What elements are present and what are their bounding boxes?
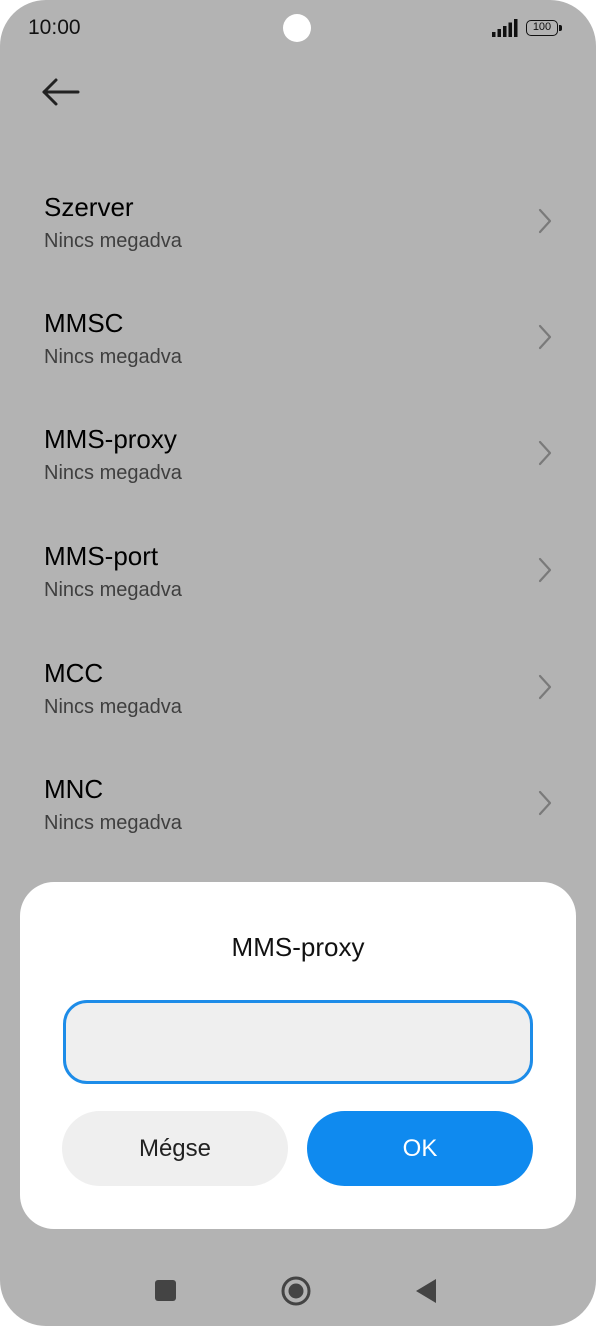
list-item-subtitle: Nincs megadva [44, 579, 182, 601]
phone-screen: 10:00 100 Szerver Nincs megadva MMSC Nin… [0, 0, 596, 1326]
list-item-mms-proxy[interactable]: MMS-proxy Nincs megadva [0, 424, 596, 524]
cancel-button[interactable]: Mégse [62, 1111, 288, 1186]
list-item-szerver[interactable]: Szerver Nincs megadva [0, 192, 596, 292]
camera-cutout [283, 14, 311, 42]
battery-tip [559, 25, 562, 31]
list-item-title: MMSC [44, 308, 124, 338]
chevron-right-icon [538, 324, 552, 350]
list-item-subtitle: Nincs megadva [44, 230, 182, 252]
list-item-subtitle: Nincs megadva [44, 346, 182, 368]
ok-button[interactable]: OK [307, 1111, 533, 1186]
list-item-subtitle: Nincs megadva [44, 812, 182, 834]
list-item-title: MMS-proxy [44, 424, 177, 454]
chevron-right-icon [538, 790, 552, 816]
list-item-subtitle: Nincs megadva [44, 696, 182, 718]
status-time: 10:00 [28, 16, 81, 39]
home-icon[interactable] [280, 1275, 312, 1307]
list-item-mcc[interactable]: MCC Nincs megadva [0, 658, 596, 758]
list-item-subtitle: Nincs megadva [44, 462, 182, 484]
list-item-title: MNC [44, 774, 104, 804]
chevron-right-icon [538, 674, 552, 700]
list-item-title: MMS-port [44, 541, 159, 571]
list-item-mnc[interactable]: MNC Nincs megadva [0, 774, 596, 874]
list-item-mms-port[interactable]: MMS-port Nincs megadva [0, 541, 596, 641]
list-item-mmsc[interactable]: MMSC Nincs megadva [0, 308, 596, 408]
recents-icon[interactable] [155, 1280, 176, 1301]
battery-icon: 100 [526, 20, 558, 36]
back-arrow-icon[interactable] [40, 74, 82, 110]
chevron-right-icon [538, 557, 552, 583]
signal-icon [492, 19, 518, 37]
dialog-title: MMS-proxy [231, 932, 365, 962]
back-triangle-icon[interactable] [414, 1277, 438, 1305]
chevron-right-icon [538, 440, 552, 466]
list-item-title: MCC [44, 658, 104, 688]
mms-proxy-input[interactable] [63, 1000, 533, 1084]
chevron-right-icon [538, 208, 552, 234]
list-item-title: Szerver [44, 192, 134, 222]
edit-dialog: MMS-proxy Mégse OK [20, 882, 576, 1229]
